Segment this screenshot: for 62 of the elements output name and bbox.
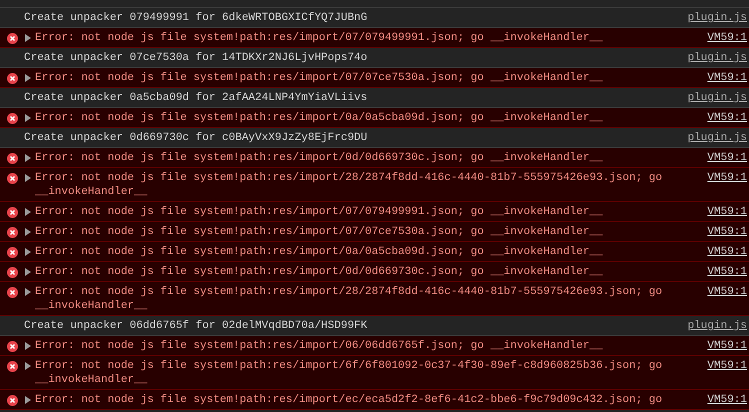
source-link[interactable]: plugin.js <box>688 51 749 65</box>
error-icon <box>7 267 18 278</box>
error-message: Error: not node js file system!path:res/import/06/06dd6765f.json; go __invokeHandler__ <box>35 339 604 353</box>
error-icon <box>7 287 18 298</box>
error-icon <box>7 153 18 164</box>
error-message: Error: not node js file system!path:res/import/6f/6f801092-0c37-4f30-89ef-c8d960825b36.json; go __invokeHandler__ <box>35 359 664 387</box>
error-icon <box>7 73 18 84</box>
error-icon <box>7 113 18 124</box>
source-link[interactable]: VM59:1 <box>707 225 749 239</box>
expand-triangle-icon[interactable] <box>25 228 31 236</box>
error-message: Error: not node js file system!path:res/import/07/079499991.json; go __invokeHandler__ <box>35 205 604 219</box>
source-link[interactable]: VM59:1 <box>707 71 749 85</box>
error-message: Error: not node js file system!path:res/import/28/2874f8dd-416c-4440-81b7-555975426e93.json; go __invokeHandler__ <box>35 285 664 313</box>
source-link[interactable]: VM59:1 <box>707 285 749 299</box>
source-link[interactable]: VM59:1 <box>707 393 749 407</box>
error-message: Error: not node js file system!path:res/import/07/079499991.json; go __invokeHandler__ <box>35 31 604 45</box>
error-message: Error: not node js file system!path:res/import/0d/0d669730c.json; go __invokeHandler__ <box>35 265 604 279</box>
expand-triangle-icon[interactable] <box>25 74 31 82</box>
log-message: Create unpacker 0d669730c for c0BAyVxX9JzZy8EjFrc9DU <box>24 131 368 145</box>
log-message: Create unpacker 06dd6765f for 02delMVqdBD70a/HSD99FK <box>24 319 368 333</box>
log-message: Create unpacker 07ce7530a for 14TDKXr2NJ6LjvHPops74o <box>24 51 368 65</box>
source-link[interactable]: plugin.js <box>688 91 749 105</box>
error-message: Error: not node js file system!path:res/import/07/07ce7530a.json; go __invokeHandler__ <box>35 71 604 85</box>
source-link[interactable]: plugin.js <box>688 319 749 333</box>
expand-triangle-icon[interactable] <box>25 114 31 122</box>
source-link[interactable]: plugin.js <box>688 131 749 145</box>
expand-triangle-icon[interactable] <box>25 288 31 296</box>
source-link[interactable]: VM59:1 <box>707 339 749 353</box>
source-link[interactable]: VM59:1 <box>707 265 749 279</box>
error-message: Error: not node js file system!path:res/import/0a/0a5cba09d.json; go __invokeHandler__ <box>35 111 604 125</box>
error-icon <box>7 207 18 218</box>
expand-triangle-icon[interactable] <box>25 34 31 42</box>
error-message: Error: not node js file system!path:res/import/0d/0d669730c.json; go __invokeHandler__ <box>35 151 604 165</box>
source-link[interactable]: VM59:1 <box>707 205 749 219</box>
error-icon <box>7 341 18 352</box>
source-link[interactable]: VM59:1 <box>707 171 749 185</box>
error-message: Error: not node js file system!path:res/import/28/2874f8dd-416c-4440-81b7-555975426e93.json; go __invokeHandler__ <box>35 171 664 199</box>
source-link[interactable]: VM59:1 <box>707 359 749 373</box>
error-icon <box>7 361 18 372</box>
expand-triangle-icon[interactable] <box>25 362 31 370</box>
expand-triangle-icon[interactable] <box>25 268 31 276</box>
expand-triangle-icon[interactable] <box>25 154 31 162</box>
error-icon <box>7 395 18 406</box>
log-message: Create unpacker 079499991 for 6dkeWRTOBGXICfYQ7JUBnG <box>24 11 368 25</box>
source-link[interactable]: VM59:1 <box>707 31 749 45</box>
source-link[interactable]: VM59:1 <box>707 151 749 165</box>
error-icon <box>7 173 18 184</box>
log-message: Create unpacker 0a5cba09d for 2afAA24LNP4YmYiaVLiivs <box>24 91 368 105</box>
expand-triangle-icon[interactable] <box>25 396 31 404</box>
expand-triangle-icon[interactable] <box>25 174 31 182</box>
error-message: Error: not node js file system!path:res/import/0a/0a5cba09d.json; go __invokeHandler__ <box>35 245 604 259</box>
error-icon <box>7 33 18 44</box>
expand-triangle-icon[interactable] <box>25 208 31 216</box>
expand-triangle-icon[interactable] <box>25 248 31 256</box>
expand-triangle-icon[interactable] <box>25 342 31 350</box>
error-message: Error: not node js file system!path:res/import/07/07ce7530a.json; go __invokeHandler__ <box>35 225 604 239</box>
source-link[interactable]: VM59:1 <box>707 111 749 125</box>
error-icon <box>7 247 18 258</box>
error-message: Error: not node js file system!path:res/import/ec/eca5d2f2-8ef6-41c2-bbe6-f9c79d09c432.json; go <box>35 393 664 407</box>
source-link[interactable]: VM59:1 <box>707 245 749 259</box>
source-link[interactable]: plugin.js <box>688 11 749 25</box>
error-icon <box>7 227 18 238</box>
